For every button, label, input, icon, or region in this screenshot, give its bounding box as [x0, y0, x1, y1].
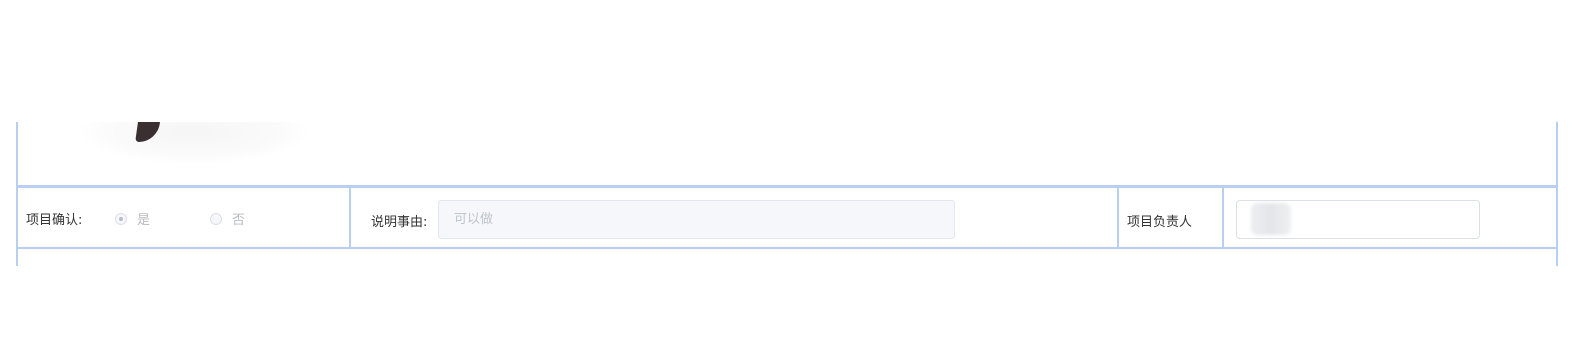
radio-unchecked-icon[interactable] — [210, 212, 222, 225]
row-bottom-border — [16, 247, 1558, 249]
radio-yes-label: 是 — [137, 213, 151, 228]
project-confirm-label: 项目确认: — [26, 213, 83, 228]
project-owner-label: 项目负责人 — [1127, 215, 1193, 230]
cell-divider-2 — [1117, 187, 1119, 249]
explanation-input[interactable] — [438, 200, 955, 239]
owner-avatar-placeholder — [1251, 203, 1291, 235]
cell-divider-1 — [349, 187, 351, 249]
cell-divider-3 — [1222, 187, 1224, 249]
radio-checked-icon[interactable] — [115, 212, 127, 225]
project-info-row: 项目确认: 是 否 说明事由: 项目负责人 — [16, 187, 1557, 249]
radio-option-yes[interactable]: 是 — [115, 209, 150, 228]
radio-no-label: 否 — [232, 213, 246, 228]
explanation-label: 说明事由: — [371, 215, 428, 230]
project-owner-select[interactable] — [1236, 200, 1480, 239]
radio-option-no[interactable]: 否 — [210, 209, 245, 228]
signature-shadow — [80, 122, 308, 164]
signature-image — [80, 122, 308, 166]
